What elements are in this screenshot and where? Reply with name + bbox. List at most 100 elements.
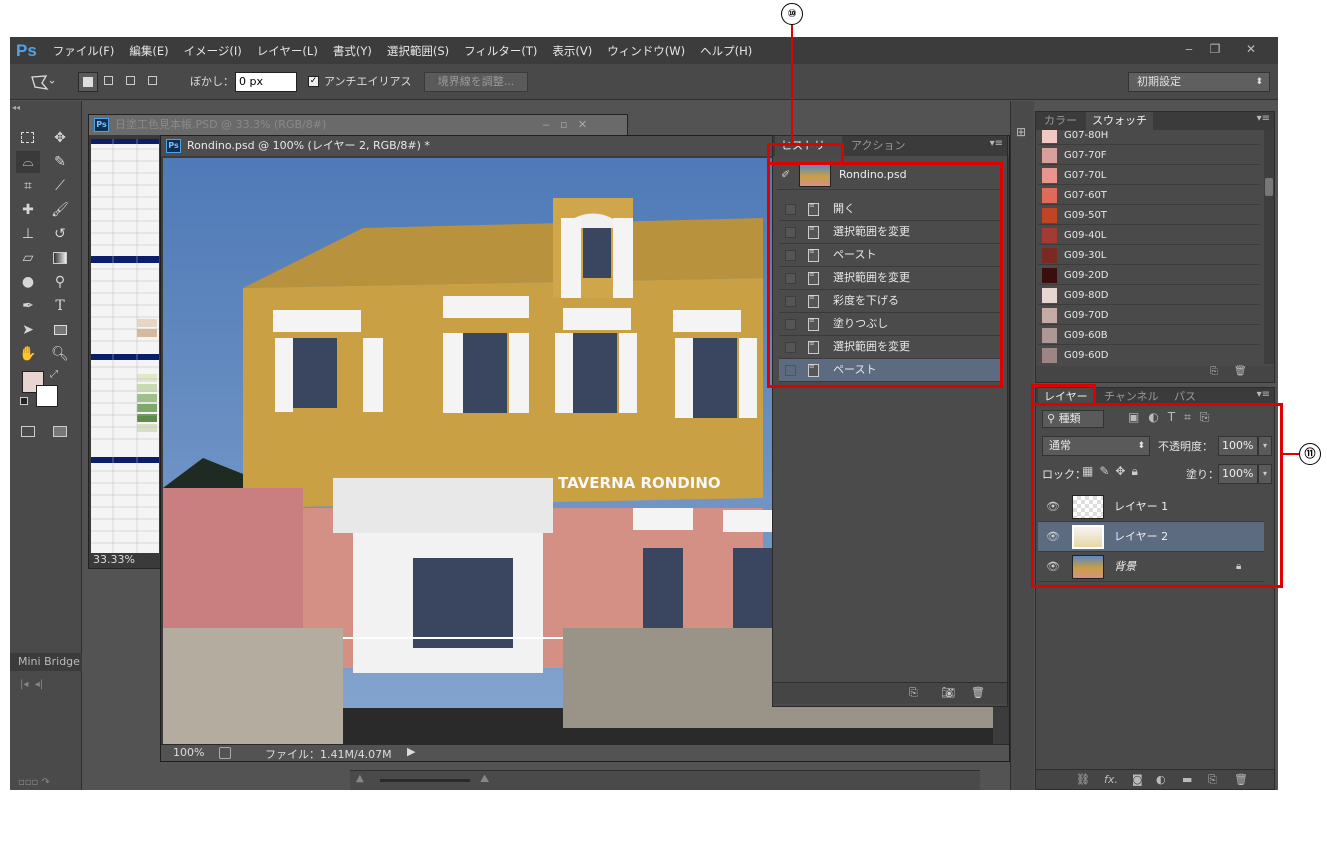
default-colors-icon[interactable] xyxy=(20,397,28,405)
move-tool-icon[interactable]: ✥ xyxy=(48,127,72,149)
menu-edit[interactable]: 編集(E) xyxy=(129,43,168,59)
swatch-row[interactable]: G09-60B xyxy=(1038,326,1260,345)
swatch-row[interactable]: G07-80H xyxy=(1038,130,1260,145)
menu-type[interactable]: 書式(Y) xyxy=(333,43,372,59)
brush-tool-icon[interactable]: 🖌︎ xyxy=(48,199,72,221)
mountain-small-icon[interactable]: ▲ xyxy=(356,773,364,784)
snapshot-camera-icon[interactable]: 📷︎ xyxy=(941,686,955,699)
swatch-row[interactable]: G07-60T xyxy=(1038,186,1260,205)
menu-filter[interactable]: フィルター(T) xyxy=(464,43,537,59)
new-document-from-state-icon[interactable]: ⎘ xyxy=(909,686,918,700)
tab-actions[interactable]: アクション xyxy=(845,136,911,156)
swatch-row[interactable]: G09-30L xyxy=(1038,246,1260,265)
doc1-zoom[interactable]: 33.33% xyxy=(93,553,135,566)
quick-select-icon[interactable]: ✎ xyxy=(48,151,72,173)
quick-mask-icon[interactable] xyxy=(16,421,40,443)
swatch-row[interactable]: G07-70F xyxy=(1038,146,1260,165)
new-layer-icon[interactable]: ⎘ xyxy=(1208,770,1217,790)
antialias-checkbox[interactable]: ✓ xyxy=(308,76,319,87)
tab-color[interactable]: カラー xyxy=(1038,112,1083,130)
add-selection-button[interactable] xyxy=(100,72,120,92)
status-arrow-icon[interactable]: ▶ xyxy=(407,745,415,758)
swatch-row[interactable]: G09-60D xyxy=(1038,346,1260,364)
tab-swatches[interactable]: スウォッチ xyxy=(1086,112,1153,130)
menu-window[interactable]: ウィンドウ(W) xyxy=(607,43,685,59)
swatch-name: G09-60B xyxy=(1064,330,1108,341)
doc1-title: 日塗工色見本帳.PSD @ 33.3% (RGB/8#) xyxy=(115,118,327,131)
trash-icon[interactable]: 🗑︎ xyxy=(1234,366,1247,377)
link-layers-icon[interactable]: ⛓︎ xyxy=(1076,770,1090,790)
doc2-zoom[interactable]: 100% xyxy=(173,746,204,759)
eyedropper-icon[interactable]: ⟋ xyxy=(48,175,72,197)
scroll-thumb[interactable] xyxy=(1265,178,1273,196)
blur-icon[interactable]: ● xyxy=(16,271,40,293)
adjustment-layer-icon[interactable]: ◐ xyxy=(1156,770,1166,790)
swatch-name: G09-30L xyxy=(1064,250,1107,261)
menu-image[interactable]: イメージ(I) xyxy=(184,43,242,59)
swatch-name: G09-70D xyxy=(1064,310,1109,321)
mountain-large-icon[interactable]: ⛰︎ xyxy=(480,772,489,786)
pen-tool-icon[interactable]: ✒ xyxy=(16,295,40,317)
feather-input[interactable]: 0 px xyxy=(235,72,297,92)
restore-button[interactable]: ❐ xyxy=(1202,40,1228,58)
layers-panel-highlight xyxy=(1031,403,1283,588)
menu-help[interactable]: ヘルプ(H) xyxy=(700,43,752,59)
swatch-row[interactable]: G09-20D xyxy=(1038,266,1260,285)
collapse-icon[interactable]: ◂◂ xyxy=(12,103,20,112)
type-tool-icon[interactable]: T xyxy=(48,295,72,317)
history-brush-icon[interactable]: ↺ xyxy=(48,223,72,245)
trash-icon[interactable]: 🗑︎ xyxy=(1234,770,1248,790)
new-selection-button[interactable] xyxy=(78,72,98,92)
doc2-statusbar: 100% ファイル：1.41M/4.07M ▶ xyxy=(161,744,1009,761)
eraser-icon[interactable]: ▱ xyxy=(16,247,40,269)
menu-view[interactable]: 表示(V) xyxy=(552,43,592,59)
doc1-window-controls[interactable]: ‒ ▫ ✕ xyxy=(539,115,625,135)
panel-menu-icon[interactable]: ▾≡ xyxy=(1257,113,1270,124)
swatch-color-chip xyxy=(1042,208,1057,223)
crop-tool-icon[interactable]: ⌗ xyxy=(16,175,40,197)
new-swatch-icon[interactable]: ⎘ xyxy=(1210,366,1218,377)
group-folder-icon[interactable]: ▬ xyxy=(1182,770,1192,790)
clone-stamp-icon[interactable]: ⊥ xyxy=(16,223,40,245)
panel-menu-icon[interactable]: ▾≡ xyxy=(990,138,1003,149)
zoom-tool-icon[interactable]: 🔍︎ xyxy=(48,343,72,365)
marquee-tool-icon[interactable] xyxy=(16,127,40,149)
mini-bridge-tab[interactable]: Mini Bridge xyxy=(10,653,82,671)
swatch-row[interactable]: G09-50T xyxy=(1038,206,1260,225)
swatch-row[interactable]: G07-70L xyxy=(1038,166,1260,185)
swatch-row[interactable]: G09-70D xyxy=(1038,306,1260,325)
menu-layer[interactable]: レイヤー(L) xyxy=(257,43,318,59)
polygonal-lasso-icon[interactable] xyxy=(30,74,54,92)
bridge-nav-icon[interactable]: |◂ ◂| xyxy=(20,679,43,690)
swatch-row[interactable]: G09-80D xyxy=(1038,286,1260,305)
path-select-icon[interactable]: ➤ xyxy=(16,319,40,341)
lasso-tool-icon[interactable]: ⌓ xyxy=(16,151,40,173)
rectangle-tool-icon[interactable] xyxy=(48,319,72,341)
workspace-select[interactable]: 初期設定 ⬍ xyxy=(1128,72,1270,92)
zoom-slider[interactable] xyxy=(380,779,470,782)
screen-mode-icon[interactable] xyxy=(48,421,72,443)
intersect-selection-button[interactable] xyxy=(144,72,164,92)
hand-tool-icon[interactable]: ✋ xyxy=(16,343,40,365)
menu-select[interactable]: 選択範囲(S) xyxy=(387,43,449,59)
trash-icon[interactable]: 🗑︎ xyxy=(971,686,985,699)
swatch-row[interactable]: G09-40L xyxy=(1038,226,1260,245)
swatch-name: G07-70F xyxy=(1064,150,1107,161)
status-options-icon[interactable] xyxy=(219,747,231,759)
swatch-scrollbar[interactable] xyxy=(1264,130,1274,364)
close-button[interactable]: ✕ xyxy=(1238,40,1264,58)
refine-edge-button[interactable]: 境界線を調整... xyxy=(424,72,528,92)
gradient-icon[interactable] xyxy=(48,247,72,269)
panel-menu-icon[interactable]: ▾≡ xyxy=(1257,389,1270,400)
fx-icon[interactable]: fx. xyxy=(1104,770,1118,790)
dodge-icon[interactable]: ⚲ xyxy=(48,271,72,293)
menu-file[interactable]: ファイル(F) xyxy=(53,43,115,59)
swap-colors-icon[interactable]: ⤢ xyxy=(50,369,58,380)
history-panel-icon[interactable]: ⊞ xyxy=(1016,125,1026,139)
subtract-selection-button[interactable] xyxy=(122,72,142,92)
bridge-bottom-icon[interactable]: ▫▫▫ ↷ xyxy=(18,777,50,788)
add-mask-icon[interactable]: ◙ xyxy=(1132,770,1143,790)
healing-brush-icon[interactable]: ✚ xyxy=(16,199,40,221)
background-color-swatch[interactable] xyxy=(36,385,58,407)
minimize-button[interactable]: ‒ xyxy=(1176,40,1202,58)
